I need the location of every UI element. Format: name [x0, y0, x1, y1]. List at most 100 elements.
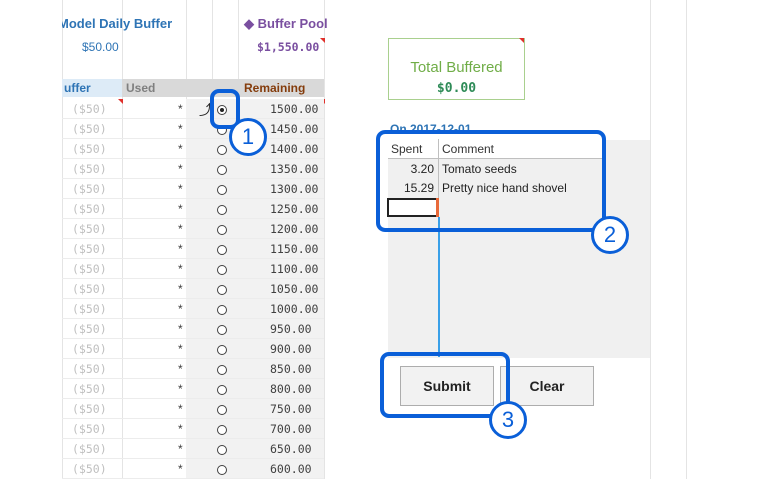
- used-cell[interactable]: *: [178, 282, 183, 296]
- column-header-buffer: uffer: [64, 81, 91, 95]
- grid-line: [62, 0, 63, 479]
- row-radio-button[interactable]: [217, 465, 227, 475]
- remaining-cell[interactable]: 650.00: [270, 442, 312, 456]
- remaining-cell[interactable]: 1150.00: [270, 242, 318, 256]
- remaining-cell[interactable]: 950.00: [270, 322, 312, 336]
- column-header-used: Used: [126, 81, 156, 95]
- remaining-cell[interactable]: 1250.00: [270, 202, 318, 216]
- used-cell[interactable]: *: [178, 162, 183, 176]
- callout-highlight-2: [376, 130, 606, 232]
- used-cell[interactable]: *: [178, 462, 183, 476]
- remaining-cell[interactable]: 900.00: [270, 342, 312, 356]
- row-radio-button[interactable]: [217, 425, 227, 435]
- buffer-cell[interactable]: ($50): [72, 382, 107, 396]
- remaining-cell[interactable]: 800.00: [270, 382, 312, 396]
- used-cell[interactable]: *: [178, 322, 183, 336]
- used-cell[interactable]: *: [178, 402, 183, 416]
- used-cell[interactable]: *: [178, 242, 183, 256]
- row-radio-button[interactable]: [217, 285, 227, 295]
- row-radio-button[interactable]: [217, 445, 227, 455]
- connector-line: [438, 217, 440, 357]
- row-radio-button[interactable]: [217, 185, 227, 195]
- callout-badge-1: 1: [229, 118, 267, 156]
- buffer-cell[interactable]: ($50): [72, 362, 107, 376]
- total-buffered-label: Total Buffered: [410, 59, 503, 76]
- row-radio-button[interactable]: [217, 165, 227, 175]
- remaining-cell[interactable]: 1500.00: [270, 102, 318, 116]
- column-header-remaining: Remaining: [244, 81, 306, 95]
- remaining-cell[interactable]: 1050.00: [270, 282, 318, 296]
- comment-indicator: [320, 38, 325, 43]
- buffer-pool-label: ◆ Buffer Pool: [244, 16, 328, 31]
- row-radio-button[interactable]: [217, 365, 227, 375]
- row-radio-button[interactable]: [217, 305, 227, 315]
- buffer-cell[interactable]: ($50): [72, 262, 107, 276]
- used-cell[interactable]: *: [178, 262, 183, 276]
- grid-line: [324, 0, 325, 479]
- remaining-cell[interactable]: 750.00: [270, 402, 312, 416]
- remaining-cell[interactable]: 1300.00: [270, 182, 318, 196]
- buffer-cell[interactable]: ($50): [72, 422, 107, 436]
- used-cell[interactable]: *: [178, 302, 183, 316]
- used-cell[interactable]: *: [178, 122, 183, 136]
- buffer-cell[interactable]: ($50): [72, 222, 107, 236]
- callout-badge-3: 3: [489, 401, 527, 439]
- used-cell[interactable]: *: [178, 382, 183, 396]
- model-daily-buffer-label: Model Daily Buffer: [58, 16, 173, 31]
- buffer-cell[interactable]: ($50): [72, 162, 107, 176]
- used-cell[interactable]: *: [178, 202, 183, 216]
- row-radio-button[interactable]: [217, 145, 227, 155]
- remaining-cell[interactable]: 700.00: [270, 422, 312, 436]
- comment-indicator: [118, 99, 123, 104]
- buffer-cell[interactable]: ($50): [72, 102, 107, 116]
- buffer-cell[interactable]: ($50): [72, 182, 107, 196]
- row-radio-button[interactable]: [217, 245, 227, 255]
- buffer-cell[interactable]: ($50): [72, 302, 107, 316]
- remaining-cell[interactable]: 1100.00: [270, 262, 318, 276]
- remaining-cell[interactable]: 1350.00: [270, 162, 318, 176]
- remaining-cell[interactable]: 850.00: [270, 362, 312, 376]
- used-cell[interactable]: *: [178, 142, 183, 156]
- used-cell[interactable]: *: [178, 102, 183, 116]
- remaining-cell[interactable]: 600.00: [270, 462, 312, 476]
- row-radio-button[interactable]: [217, 405, 227, 415]
- grid-line: [686, 0, 687, 479]
- buffer-cell[interactable]: ($50): [72, 142, 107, 156]
- buffer-cell[interactable]: ($50): [72, 342, 107, 356]
- buffer-cell[interactable]: ($50): [72, 442, 107, 456]
- buffer-pool-value[interactable]: $1,550.00: [257, 40, 319, 54]
- total-buffered-box: Total Buffered $0.00: [388, 38, 525, 100]
- used-cell[interactable]: *: [178, 182, 183, 196]
- remaining-cell[interactable]: 1000.00: [270, 302, 318, 316]
- buffer-cell[interactable]: ($50): [72, 202, 107, 216]
- row-radio-button[interactable]: [217, 325, 227, 335]
- grid-line: [122, 0, 123, 479]
- row-radio-button[interactable]: [217, 205, 227, 215]
- row-radio-button[interactable]: [217, 385, 227, 395]
- grid-line: [650, 0, 651, 479]
- callout-highlight-3: [380, 352, 510, 418]
- comment-indicator: [519, 38, 524, 43]
- used-cell[interactable]: *: [178, 362, 183, 376]
- clear-button[interactable]: Clear: [500, 366, 594, 406]
- row-radio-button[interactable]: [217, 225, 227, 235]
- buffer-cell[interactable]: ($50): [72, 322, 107, 336]
- model-daily-buffer-value[interactable]: $50.00: [82, 40, 119, 54]
- buffer-cell[interactable]: ($50): [72, 242, 107, 256]
- used-cell[interactable]: *: [178, 442, 183, 456]
- buffer-cell[interactable]: ($50): [72, 462, 107, 476]
- remaining-cell[interactable]: 1400.00: [270, 142, 318, 156]
- spreadsheet-canvas: Model Daily Buffer ◆ Buffer Pool $50.00 …: [0, 0, 773, 479]
- used-cell[interactable]: *: [178, 342, 183, 356]
- buffer-cell[interactable]: ($50): [72, 122, 107, 136]
- remaining-cell[interactable]: 1450.00: [270, 122, 318, 136]
- row-radio-button[interactable]: [217, 345, 227, 355]
- row-radio-button[interactable]: [217, 265, 227, 275]
- used-cell[interactable]: *: [178, 222, 183, 236]
- total-buffered-value: $0.00: [436, 81, 477, 96]
- buffer-cell[interactable]: ($50): [72, 282, 107, 296]
- callout-badge-2: 2: [591, 216, 629, 254]
- remaining-cell[interactable]: 1200.00: [270, 222, 318, 236]
- used-cell[interactable]: *: [178, 422, 183, 436]
- buffer-cell[interactable]: ($50): [72, 402, 107, 416]
